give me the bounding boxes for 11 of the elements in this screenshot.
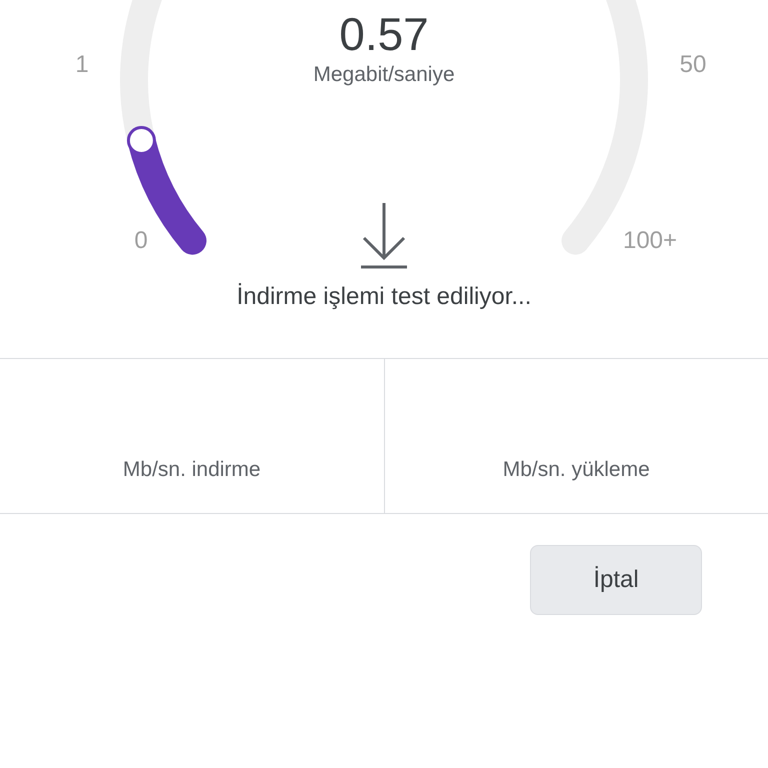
result-label: Mb/sn. yükleme [502, 458, 650, 482]
cancel-button[interactable]: İptal [530, 545, 702, 615]
scale-label: 50 [680, 51, 706, 78]
status-text: İndirme işlemi test ediliyor... [236, 283, 532, 312]
scale-label: 1 [75, 51, 89, 78]
speed-unit: Megabit/saniye [313, 63, 455, 86]
speed-value: 0.57 [339, 8, 429, 60]
scale-label: 0 [134, 227, 148, 254]
result-label: Mb/sn. indirme [122, 458, 261, 482]
download-icon [361, 202, 407, 268]
scale-label: 100+ [622, 227, 678, 254]
